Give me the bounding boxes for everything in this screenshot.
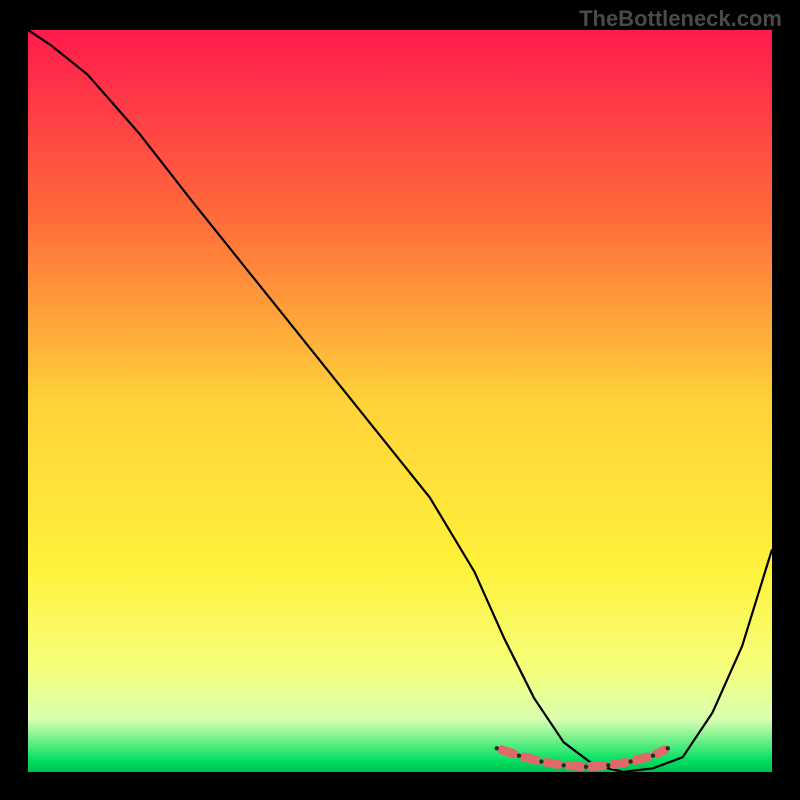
marker-segment [656, 750, 664, 754]
chart-container [28, 30, 772, 772]
marker-segment [502, 750, 514, 754]
marker-segment [524, 757, 536, 760]
gradient-background [28, 30, 772, 772]
marker-dot [562, 763, 566, 767]
marker-segment [636, 757, 648, 760]
watermark-text: TheBottleneck.com [579, 6, 782, 32]
marker-segment [569, 766, 582, 767]
marker-dot [651, 754, 655, 758]
marker-segment [546, 762, 559, 764]
marker-dot [517, 754, 521, 758]
bottleneck-chart [28, 30, 772, 772]
marker-segment [613, 762, 626, 764]
marker-dot [584, 765, 588, 769]
marker-segment [591, 766, 604, 767]
marker-dot [539, 759, 543, 763]
marker-dot [495, 746, 499, 750]
marker-dot [666, 746, 670, 750]
marker-dot [606, 763, 610, 767]
marker-dot [628, 759, 632, 763]
